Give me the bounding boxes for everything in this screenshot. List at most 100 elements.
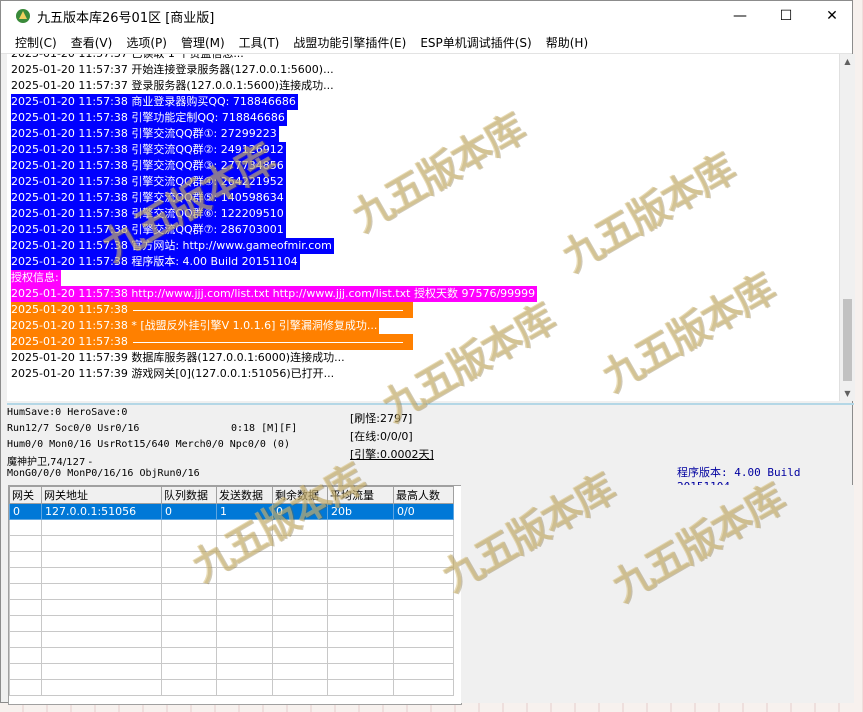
engine-days-label[interactable]: [引擎:0.0002天] — [350, 446, 434, 462]
maximize-button[interactable]: ☐ — [763, 1, 809, 31]
gateway-cell[interactable]: 0 — [272, 503, 328, 520]
gateway-cell[interactable]: 0 — [161, 503, 217, 520]
empty-cell — [9, 535, 42, 552]
gateway-table-header: 网关 网关地址 队列数据 发送数据 剩余数据 平均流量 最高人数 — [9, 486, 454, 504]
empty-cell — [393, 567, 454, 584]
empty-cell — [393, 583, 454, 600]
gateway-cell[interactable]: 1 — [216, 503, 273, 520]
log-line: 2025-01-20 11:57:38 — [11, 334, 537, 350]
empty-row — [9, 679, 454, 696]
empty-cell — [41, 679, 162, 696]
empty-cell — [327, 519, 394, 536]
empty-cell — [327, 663, 394, 680]
empty-cell — [9, 599, 42, 616]
status-timer: 0:18 [M][F] — [231, 423, 298, 434]
menu-control[interactable]: 控制(C) — [1, 34, 64, 51]
log-line-text: 2025-01-20 11:57:38 引擎交流QQ群⑥: 122209510 — [11, 206, 286, 222]
menu-manage[interactable]: 管理(M) — [174, 34, 232, 51]
scroll-thumb[interactable] — [843, 299, 852, 381]
col-queue-data[interactable]: 队列数据 — [161, 486, 217, 504]
empty-row — [9, 631, 454, 648]
col-gateway-address[interactable]: 网关地址 — [41, 486, 162, 504]
title-bar[interactable]: 九五版本库26号01区 [商业版] — ☐ ✕ — [1, 1, 852, 31]
empty-cell — [161, 631, 217, 648]
empty-row — [9, 551, 454, 568]
gateway-cell[interactable]: 127.0.0.1:51056 — [41, 503, 162, 520]
col-average-flow[interactable]: 平均流量 — [327, 486, 394, 504]
status-panel: HumSave:0 HeroSave:0 Run12/7 Soc0/0 Usr0… — [7, 403, 854, 493]
empty-cell — [393, 631, 454, 648]
log-line: 2025-01-20 11:57:38 程序版本: 4.00 Build 201… — [11, 254, 537, 270]
gateway-cell[interactable]: 0/0 — [393, 503, 454, 520]
col-remaining-data[interactable]: 剩余数据 — [272, 486, 328, 504]
empty-cell — [327, 631, 394, 648]
empty-cell — [216, 647, 273, 664]
menu-esp-debug-plugin[interactable]: ESP单机调试插件(S) — [413, 34, 538, 51]
col-send-data[interactable]: 发送数据 — [216, 486, 273, 504]
log-line: 2025-01-20 11:57:38 引擎交流QQ群⑥: 122209510 — [11, 206, 537, 222]
gateway-cell[interactable]: 0 — [9, 503, 42, 520]
window-title: 九五版本库26号01区 [商业版] — [37, 10, 215, 26]
log-line: 2025-01-20 11:57:39 数据库服务器(127.0.0.1:600… — [11, 350, 537, 366]
col-gateway[interactable]: 网关 — [9, 486, 42, 504]
empty-cell — [272, 599, 328, 616]
gateway-row[interactable]: 0 127.0.0.1:51056 0 1 0 20b 0/0 — [9, 503, 454, 520]
log-line: 2025-01-20 11:57:37 开始连接登录服务器(127.0.0.1:… — [11, 62, 537, 78]
empty-cell — [161, 679, 217, 696]
log-line-text: 2025-01-20 11:57:37 已读取 1 个赞盟信息... — [11, 54, 246, 62]
empty-cell — [327, 599, 394, 616]
log-panel[interactable]: 2025-01-20 11:57:37 已读取 1 个赞盟信息...2025-0… — [7, 54, 839, 401]
menu-options[interactable]: 选项(P) — [119, 34, 174, 51]
empty-cell — [9, 583, 42, 600]
empty-cell — [216, 535, 273, 552]
status-run: Run12/7 Soc0/0 Usr0/16 — [7, 423, 140, 434]
minimize-button[interactable]: — — [717, 1, 763, 31]
col-max-users[interactable]: 最高人数 — [393, 486, 454, 504]
empty-cell — [161, 647, 217, 664]
menu-view[interactable]: 查看(V) — [64, 34, 120, 51]
empty-row — [9, 583, 454, 600]
log-scrollbar[interactable]: ▲ ▼ — [839, 54, 855, 401]
empty-cell — [161, 583, 217, 600]
log-line-text: 2025-01-20 11:57:38 引擎功能定制QQ: 718846686 — [11, 110, 287, 126]
empty-cell — [41, 519, 162, 536]
empty-cell — [272, 647, 328, 664]
status-monster: 魔神护卫,74/127 - — [7, 457, 93, 468]
log-line: 2025-01-20 11:57:38 引擎交流QQ群①: 27299223 — [11, 126, 537, 142]
empty-cell — [161, 519, 217, 536]
menu-help[interactable]: 帮助(H) — [539, 34, 595, 51]
scroll-up-icon[interactable]: ▲ — [840, 54, 855, 69]
empty-cell — [272, 519, 328, 536]
empty-cell — [393, 519, 454, 536]
gateway-table[interactable]: 网关 网关地址 队列数据 发送数据 剩余数据 平均流量 最高人数 0 127.0.… — [8, 485, 462, 705]
empty-cell — [327, 583, 394, 600]
empty-cell — [216, 567, 273, 584]
log-line: 授权信息: — [11, 270, 537, 286]
log-line: 2025-01-20 11:57:38 官方网站: http://www.gam… — [11, 238, 537, 254]
log-line: 2025-01-20 11:57:37 登录服务器(127.0.0.1:5600… — [11, 78, 537, 94]
empty-cell — [327, 679, 394, 696]
log-line-text: 2025-01-20 11:57:38 * [战盟反外挂引擎V 1.0.1.6]… — [11, 318, 380, 334]
empty-row — [9, 519, 454, 536]
log-line: 2025-01-20 11:57:38 引擎交流QQ群②: 249126912 — [11, 142, 537, 158]
log-line: 2025-01-20 11:57:38 http://www.jjj.com/l… — [11, 286, 538, 302]
empty-cell — [161, 535, 217, 552]
scroll-down-icon[interactable]: ▼ — [840, 386, 855, 401]
log-line-text: 2025-01-20 11:57:38 — [11, 334, 134, 350]
orange-separator — [133, 302, 414, 318]
empty-row — [9, 663, 454, 680]
log-line: 2025-01-20 11:57:38 引擎功能定制QQ: 718846686 — [11, 110, 537, 126]
menu-tools[interactable]: 工具(T) — [232, 34, 287, 51]
empty-cell — [272, 567, 328, 584]
menu-engine-plugin[interactable]: 战盟功能引擎插件(E) — [286, 34, 413, 51]
log-line: 2025-01-20 11:57:38 引擎交流QQ群⑦: 286703001 — [11, 222, 537, 238]
log-line: 2025-01-20 11:57:38 引擎交流QQ群⑤: 140598634 — [11, 190, 537, 206]
gateway-cell[interactable]: 20b — [327, 503, 394, 520]
log-line: 2025-01-20 11:57:37 已读取 1 个赞盟信息... — [11, 54, 537, 62]
log-line-text: 2025-01-20 11:57:39 游戏网关[0](127.0.0.1:51… — [11, 367, 335, 380]
empty-row — [9, 599, 454, 616]
close-button[interactable]: ✕ — [809, 1, 855, 31]
empty-cell — [216, 551, 273, 568]
empty-cell — [9, 647, 42, 664]
empty-cell — [393, 679, 454, 696]
